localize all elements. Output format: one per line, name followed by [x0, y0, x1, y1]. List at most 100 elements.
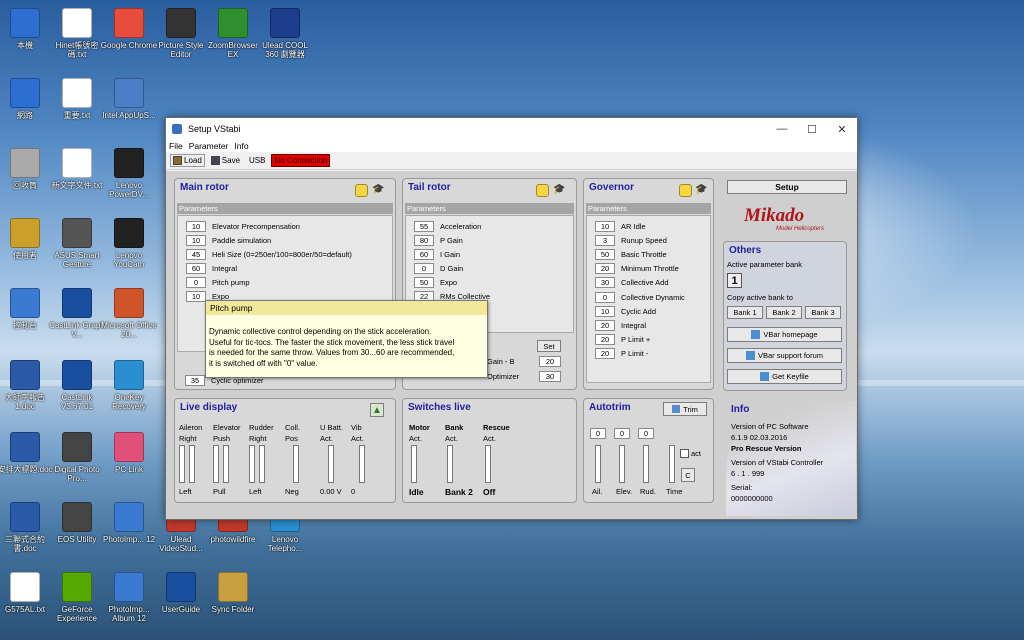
- desktop-icon[interactable]: 網路: [0, 78, 54, 120]
- desktop-icon[interactable]: 重要.txt: [48, 78, 106, 120]
- live-col-foot: Left: [249, 487, 262, 496]
- smiley-icon[interactable]: [679, 184, 692, 197]
- tail_rotor-param-value[interactable]: 60: [414, 248, 434, 260]
- title-bar[interactable]: Setup VStabi — ☐ ✕: [166, 118, 857, 140]
- governor-param-value[interactable]: 10: [595, 220, 615, 232]
- desktop-icon[interactable]: 安排大標題.doc: [0, 432, 54, 474]
- desktop-icon[interactable]: PhotoImp... 12: [100, 502, 158, 544]
- desktop-icon[interactable]: 大師字報告1.doc: [0, 360, 54, 411]
- desktop-icon[interactable]: OneKey Recovery: [100, 360, 158, 411]
- minimize-button[interactable]: —: [767, 123, 797, 136]
- desktop-icon[interactable]: G575AL.txt: [0, 572, 54, 614]
- desktop-icon[interactable]: 使用者: [0, 218, 54, 260]
- governor-param-value[interactable]: 20: [595, 263, 615, 275]
- desktop-icon[interactable]: PhotoImp... Album 12: [100, 572, 158, 623]
- gain-value[interactable]: 20: [539, 356, 561, 367]
- desktop-icon-image: [62, 218, 92, 248]
- close-button[interactable]: ✕: [827, 123, 857, 136]
- bank-1-button[interactable]: Bank 1: [727, 306, 763, 319]
- expert-cap-icon[interactable]: 🎓: [695, 184, 708, 196]
- desktop-icon[interactable]: EOS Utility: [48, 502, 106, 544]
- tail_rotor-param-value[interactable]: 0: [414, 262, 434, 274]
- switch-col-head: Motor: [409, 423, 430, 432]
- clear-button[interactable]: C: [681, 468, 695, 482]
- main_rotor-param-value[interactable]: 45: [186, 248, 206, 260]
- optimizer-value[interactable]: 30: [539, 371, 561, 382]
- switch-col-sub: Act.: [409, 434, 422, 443]
- smiley-icon[interactable]: [536, 184, 549, 197]
- trim-button[interactable]: Trim: [663, 402, 707, 416]
- others-title: Others: [729, 245, 762, 256]
- autotrim-value: 0: [614, 428, 630, 439]
- smiley-icon[interactable]: [355, 184, 368, 197]
- main_rotor-param-value[interactable]: 0: [186, 276, 206, 288]
- governor-param-value[interactable]: 20: [595, 319, 615, 331]
- maximize-button[interactable]: ☐: [797, 123, 827, 136]
- desktop-icon[interactable]: Lenovo PowerDV...: [100, 148, 158, 199]
- save-button[interactable]: Save: [208, 154, 243, 167]
- governor-param-value[interactable]: 3: [595, 234, 615, 246]
- desktop-icon[interactable]: ASUS Smart Gesture: [48, 218, 106, 269]
- desktop-icon[interactable]: GeForce Experience: [48, 572, 106, 623]
- setup-button[interactable]: Setup: [727, 180, 847, 194]
- desktop-icon-image: [166, 8, 196, 38]
- menu-parameter[interactable]: Parameter: [189, 141, 229, 151]
- desktop-icon[interactable]: 回收筒: [0, 148, 54, 190]
- governor-param-value[interactable]: 30: [595, 277, 615, 289]
- desktop-icon[interactable]: ZoomBrowser EX: [204, 8, 262, 59]
- desktop-icon[interactable]: UserGuide: [152, 572, 210, 614]
- desktop-icon-label: G575AL.txt: [4, 605, 46, 614]
- governor-param-value[interactable]: 20: [595, 348, 615, 360]
- governor-param-value[interactable]: 10: [595, 305, 615, 317]
- menu-info[interactable]: Info: [234, 141, 248, 151]
- tail_rotor-param-value[interactable]: 55: [414, 220, 434, 232]
- desktop-icon[interactable]: Hinet帳號密碼.txt: [48, 8, 106, 59]
- desktop-icon[interactable]: 本機: [0, 8, 54, 50]
- main_rotor-param-value[interactable]: 60: [186, 262, 206, 274]
- load-button[interactable]: Load: [170, 154, 205, 167]
- expert-cap-icon[interactable]: 🎓: [372, 184, 385, 196]
- tail_rotor-param-value[interactable]: 80: [414, 234, 434, 246]
- act-checkbox[interactable]: [680, 449, 689, 458]
- desktop-icon[interactable]: Lenovo YouCam: [100, 218, 158, 269]
- main_rotor-param-value[interactable]: 10: [186, 290, 206, 302]
- governor-param-value[interactable]: 50: [595, 248, 615, 260]
- main_rotor-param-value[interactable]: 10: [186, 220, 206, 232]
- desktop-icon[interactable]: Digital Photo Pro...: [48, 432, 106, 483]
- desktop-icon[interactable]: Sync Folder: [204, 572, 262, 614]
- desktop-icon[interactable]: Intel AppUpS...: [100, 78, 158, 120]
- bank-2-button[interactable]: Bank 2: [766, 306, 802, 319]
- desktop-icon-label: Picture Style Editor: [158, 41, 204, 59]
- governor-param-value[interactable]: 20: [595, 334, 615, 346]
- main_rotor-param-label: Elevator Precompensation: [212, 221, 300, 231]
- chart-icon[interactable]: ▲: [370, 403, 384, 417]
- desktop-icon[interactable]: CastLink Graph V...: [48, 288, 106, 339]
- desktop-icon[interactable]: 新文字文件.txt: [48, 148, 106, 190]
- set-button[interactable]: Set: [537, 340, 561, 352]
- desktop-icon[interactable]: Google Chrome: [100, 8, 158, 50]
- desktop-icon[interactable]: PC Link: [100, 432, 158, 474]
- desktop-icon[interactable]: Microsoft Office 20...: [100, 288, 158, 339]
- main_rotor-param-row: 60 Integral: [186, 262, 237, 274]
- governor-param-value[interactable]: 0: [595, 291, 615, 303]
- desktop-icon[interactable]: 控制台: [0, 288, 54, 330]
- vbar-homepage-button[interactable]: VBar homepage: [727, 327, 842, 342]
- live-bar: [179, 445, 185, 483]
- desktop-icon-image: [10, 148, 40, 178]
- bank-3-button[interactable]: Bank 3: [805, 306, 841, 319]
- desktop-icon[interactable]: CastLink V3.67.01: [48, 360, 106, 411]
- active-bank-label: Active parameter bank: [727, 260, 803, 269]
- live-col-sub: Right: [249, 434, 267, 443]
- desktop-icon[interactable]: 三聯式合約書.doc: [0, 502, 54, 553]
- desktop-icon[interactable]: Ulead COOL 360 劇覽器: [256, 8, 314, 59]
- governor-param-label: Cyclic Add: [621, 306, 657, 316]
- vbar-forum-button[interactable]: VBar support forum: [727, 348, 842, 363]
- menu-file[interactable]: File: [169, 141, 183, 151]
- usb-button[interactable]: USB: [246, 154, 268, 167]
- main_rotor-param-value[interactable]: 10: [186, 234, 206, 246]
- cyclic-optimizer-value[interactable]: 35: [185, 374, 205, 386]
- tail_rotor-param-value[interactable]: 50: [414, 276, 434, 288]
- get-keyfile-button[interactable]: Get Keyfile: [727, 369, 842, 384]
- expert-cap-icon[interactable]: 🎓: [553, 184, 566, 196]
- desktop-icon[interactable]: Picture Style Editor: [152, 8, 210, 59]
